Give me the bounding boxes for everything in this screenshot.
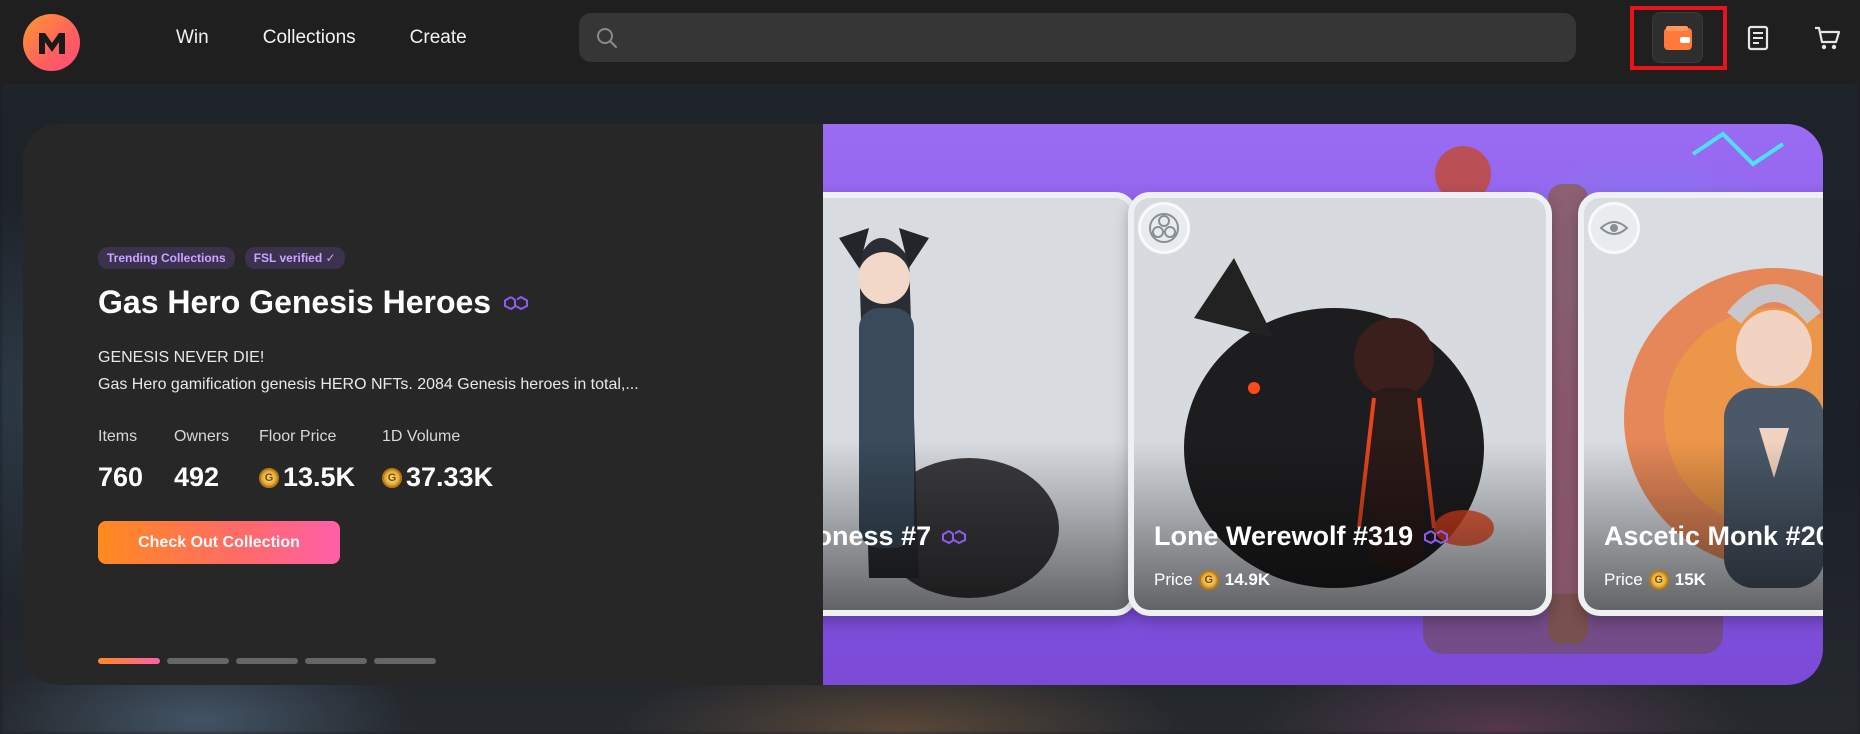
nft-price: Price G 14.9K (1154, 570, 1270, 590)
polygon-chain-icon (942, 529, 967, 544)
trending-badge: Trending Collections (98, 247, 235, 269)
hero-badges: Trending Collections FSL verified ✓ (98, 247, 345, 269)
price-value: 14.9K (1224, 570, 1271, 589)
collection-description: Gas Hero gamification genesis HERO NFTs.… (98, 376, 639, 393)
gmt-coin-icon: G (259, 467, 279, 488)
pager-dot-1[interactable] (98, 658, 160, 664)
search-icon (597, 27, 617, 48)
pager-dot-5[interactable] (374, 658, 436, 664)
nft-name: et Baroness #7 (823, 521, 967, 552)
logo-icon (38, 32, 65, 54)
collection-tagline: GENESIS NEVER DIE! (98, 349, 265, 366)
stat-owners: Owners 492 (174, 428, 230, 492)
nft-card[interactable]: Lone Werewolf #319 Price G 14.9K (1128, 192, 1552, 616)
stat-label: Owners (174, 428, 230, 445)
gmt-coin-icon: G (382, 467, 402, 488)
app-logo[interactable] (23, 14, 80, 71)
price-value: 15K (1674, 570, 1706, 589)
nav-create[interactable]: Create (410, 26, 467, 50)
stat-value: G 37.33K (382, 462, 493, 493)
gmt-coin-icon: G (1198, 570, 1219, 590)
stat-value: 760 (98, 462, 144, 492)
price-label: Price (1604, 570, 1643, 589)
stat-floor-price: Floor Price G 13.5K (259, 428, 355, 492)
stat-label: Items (98, 428, 138, 445)
nav-win[interactable]: Win (176, 26, 209, 50)
nft-price: Price G 15K (1604, 570, 1706, 590)
collection-title-text: Gas Hero Genesis Heroes (98, 284, 492, 320)
top-header: Win Collections Create (0, 0, 1860, 84)
biohazard-class-icon (1138, 202, 1190, 254)
cart-icon (1815, 26, 1841, 50)
hero-artwork-panel: et Baroness #7 (823, 124, 1823, 685)
receipt-icon (1747, 25, 1769, 51)
stat-value: G 13.5K (259, 462, 355, 493)
stat-1d-volume: 1D Volume G 37.33K (382, 428, 493, 492)
carousel-pager (98, 658, 436, 664)
pager-dot-4[interactable] (305, 658, 367, 664)
search-input[interactable] (619, 13, 1576, 62)
stat-value: 492 (174, 462, 220, 492)
pager-dot-2[interactable] (167, 658, 229, 664)
polygon-chain-icon (1424, 529, 1449, 544)
search-bar[interactable] (579, 13, 1576, 62)
gmt-coin-icon: G (1648, 570, 1669, 590)
eye-class-icon (1588, 202, 1640, 254)
nft-card[interactable]: et Baroness #7 (823, 192, 1137, 616)
nft-name: Lone Werewolf #319 (1154, 521, 1449, 552)
verified-badge: FSL verified ✓ (244, 247, 345, 269)
main-nav: Win Collections Create (176, 26, 521, 50)
check-out-collection-button[interactable]: Check Out Collection (98, 521, 340, 564)
hero-info-panel: Trending Collections FSL verified ✓ Gas … (23, 124, 823, 685)
stat-label: Floor Price (259, 428, 337, 445)
nft-name: Ascetic Monk #204 (1604, 521, 1823, 551)
hero-banner: Trending Collections FSL verified ✓ Gas … (23, 124, 1823, 685)
wallet-icon (1663, 25, 1692, 50)
nav-collections[interactable]: Collections (263, 26, 356, 50)
stat-label: 1D Volume (382, 428, 461, 445)
pager-dot-3[interactable] (236, 658, 298, 664)
nft-card[interactable]: Ascetic Monk #204 Price G 15K (1578, 192, 1823, 616)
orders-button[interactable] (1742, 22, 1774, 54)
polygon-chain-icon (504, 295, 529, 310)
collection-title[interactable]: Gas Hero Genesis Heroes (98, 284, 529, 321)
price-label: Price (1154, 570, 1193, 589)
cart-button[interactable] (1811, 22, 1843, 54)
wallet-button[interactable] (1652, 12, 1703, 63)
stat-items: Items 760 (98, 428, 143, 492)
